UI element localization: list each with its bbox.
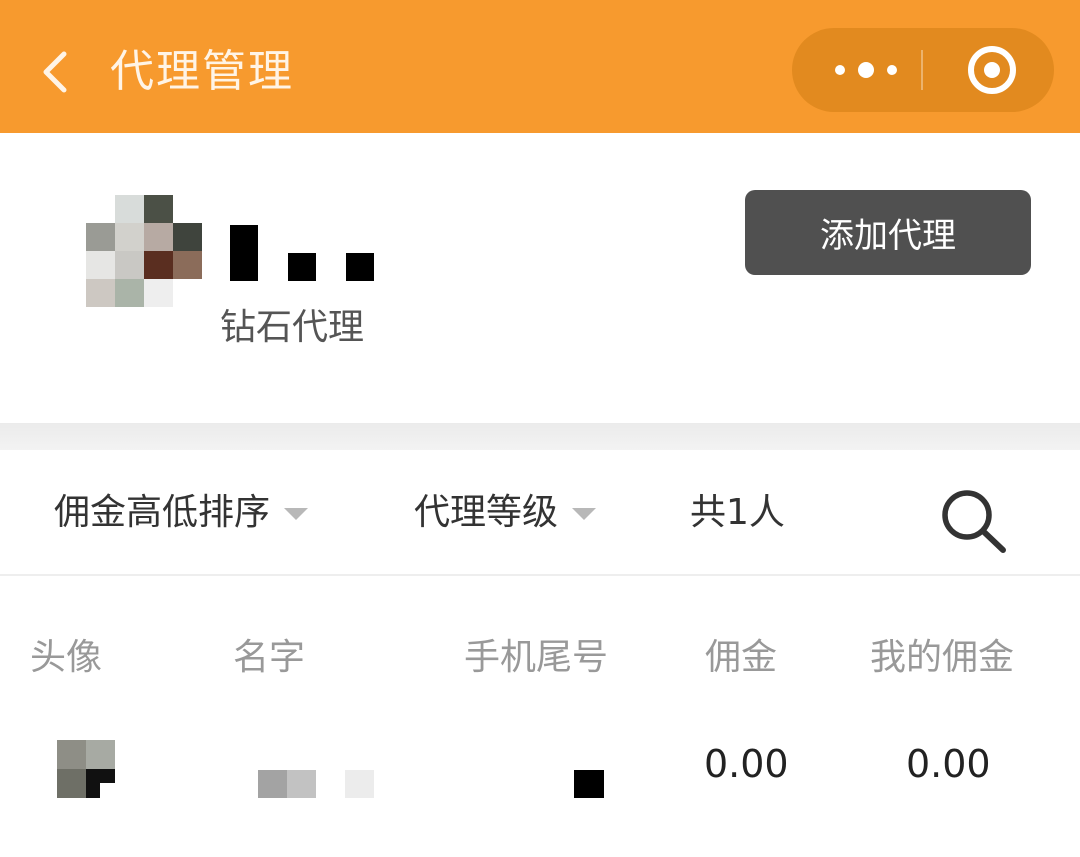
user-name-redacted bbox=[228, 223, 378, 283]
page-title: 代理管理 bbox=[110, 46, 294, 97]
nav-bar: 代理管理 bbox=[0, 0, 1080, 133]
search-button[interactable] bbox=[935, 485, 1013, 555]
mini-program-capsule bbox=[792, 28, 1054, 112]
close-mini-program-button[interactable] bbox=[937, 28, 1047, 112]
filter-bar: 佣金高低排序 代理等级 共1人 bbox=[0, 450, 1080, 576]
section-divider bbox=[0, 423, 1080, 450]
agent-level-label: 钻石代理 bbox=[220, 307, 365, 348]
search-icon bbox=[942, 490, 1006, 553]
add-agent-button[interactable]: 添加代理 bbox=[745, 190, 1031, 275]
table-header: 头像 名字 手机尾号 佣金 我的佣金 bbox=[0, 578, 1080, 718]
back-button[interactable] bbox=[28, 42, 84, 98]
row-avatar bbox=[57, 740, 115, 798]
column-header-my-commission: 我的佣金 bbox=[870, 637, 1015, 678]
capsule-divider bbox=[921, 50, 923, 90]
column-header-phone-tail: 手机尾号 bbox=[464, 637, 609, 678]
agent-level-dropdown[interactable]: 代理等级 bbox=[414, 490, 597, 536]
column-header-avatar: 头像 bbox=[30, 637, 103, 678]
chevron-left-icon bbox=[43, 51, 67, 93]
level-filter-label: 代理等级 bbox=[414, 492, 559, 533]
row-phone-tail-redacted bbox=[574, 770, 604, 798]
row-name-redacted bbox=[258, 770, 378, 798]
row-commission: 0.00 bbox=[704, 742, 789, 786]
table-row[interactable]: 0.00 0.00 bbox=[0, 718, 1080, 857]
agent-count: 共1人 bbox=[690, 492, 785, 533]
row-my-commission: 0.00 bbox=[906, 742, 991, 786]
caret-down-icon bbox=[572, 508, 597, 520]
target-circle-icon bbox=[968, 46, 1016, 94]
agent-profile-card: 钻石代理 添加代理 bbox=[0, 133, 1080, 423]
more-button[interactable] bbox=[810, 28, 920, 112]
sort-label: 佣金高低排序 bbox=[54, 492, 271, 533]
column-header-name: 名字 bbox=[233, 637, 306, 678]
more-dots-icon bbox=[835, 62, 897, 78]
sort-by-commission-dropdown[interactable]: 佣金高低排序 bbox=[54, 490, 309, 536]
column-header-commission: 佣金 bbox=[705, 637, 778, 678]
avatar bbox=[86, 195, 202, 307]
caret-down-icon bbox=[284, 508, 309, 520]
